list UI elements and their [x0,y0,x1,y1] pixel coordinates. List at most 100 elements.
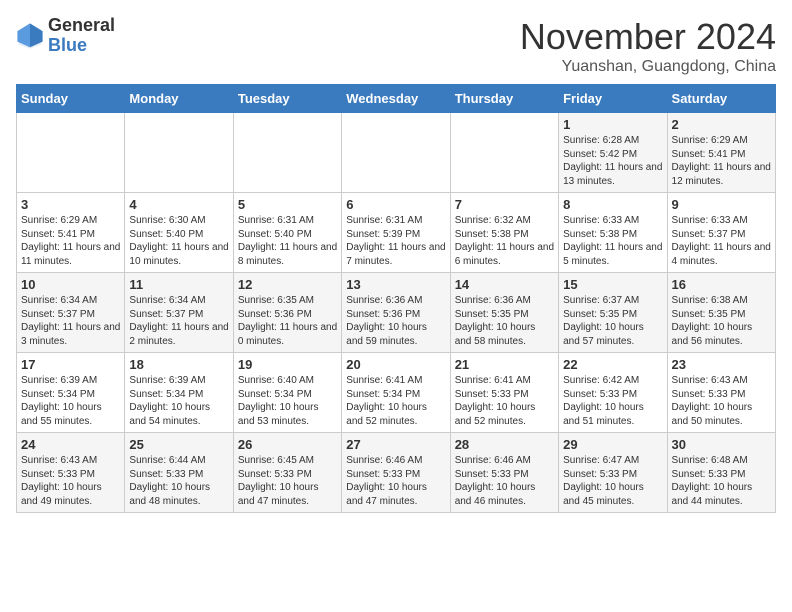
day-info: Sunrise: 6:40 AMSunset: 5:34 PMDaylight:… [238,374,337,428]
header-row: Sunday Monday Tuesday Wednesday Thursday… [17,85,776,113]
calendar-cell: 21 Sunrise: 6:41 AMSunset: 5:33 PMDayligh… [450,353,558,433]
calendar-cell: 1 Sunrise: 6:28 AMSunset: 5:42 PMDaylight… [559,113,667,193]
day-info: Sunrise: 6:41 AMSunset: 5:33 PMDaylight:… [455,374,554,428]
col-sunday: Sunday [17,85,125,113]
day-number: 4 [129,197,228,212]
title-area: November 2024 Yuanshan, Guangdong, China [520,16,776,76]
day-info: Sunrise: 6:45 AMSunset: 5:33 PMDaylight:… [238,454,337,508]
day-number: 15 [563,277,662,292]
calendar-cell: 8 Sunrise: 6:33 AMSunset: 5:38 PMDaylight… [559,193,667,273]
calendar-cell: 16 Sunrise: 6:38 AMSunset: 5:35 PMDayligh… [667,273,775,353]
calendar-cell: 19 Sunrise: 6:40 AMSunset: 5:34 PMDayligh… [233,353,341,433]
day-number: 25 [129,437,228,452]
calendar-cell: 12Sunrise: 6:35 AMSunset: 5:36 PMDayligh… [233,273,341,353]
calendar-cell [342,113,450,193]
day-number: 10 [21,277,120,292]
location: Yuanshan, Guangdong, China [520,58,776,76]
day-info: Sunrise: 6:29 AMSunset: 5:41 PMDaylight:… [21,214,120,268]
col-tuesday: Tuesday [233,85,341,113]
day-number: 6 [346,197,445,212]
day-number: 28 [455,437,554,452]
calendar-cell: 3 Sunrise: 6:29 AMSunset: 5:41 PMDaylight… [17,193,125,273]
calendar-cell: 25 Sunrise: 6:44 AMSunset: 5:33 PMDayligh… [125,433,233,513]
day-info: Sunrise: 6:32 AMSunset: 5:38 PMDaylight:… [455,214,554,268]
header: General Blue November 2024 Yuanshan, Gua… [16,16,776,76]
day-info: Sunrise: 6:36 AMSunset: 5:36 PMDaylight:… [346,294,445,348]
day-number: 19 [238,357,337,372]
calendar-cell: 2Sunrise: 6:29 AMSunset: 5:41 PMDaylight… [667,113,775,193]
calendar-cell: 10 Sunrise: 6:34 AMSunset: 5:37 PMDayligh… [17,273,125,353]
day-info: Sunrise: 6:34 AMSunset: 5:37 PMDaylight:… [21,294,120,348]
day-number: 17 [21,357,120,372]
day-info: Sunrise: 6:36 AMSunset: 5:35 PMDaylight:… [455,294,554,348]
calendar-cell [125,113,233,193]
day-number: 24 [21,437,120,452]
calendar-week-5: 24 Sunrise: 6:43 AMSunset: 5:33 PMDayligh… [17,433,776,513]
calendar-cell: 7 Sunrise: 6:32 AMSunset: 5:38 PMDaylight… [450,193,558,273]
day-number: 23 [672,357,771,372]
calendar-cell: 14Sunrise: 6:36 AMSunset: 5:35 PMDayligh… [450,273,558,353]
col-friday: Friday [559,85,667,113]
col-saturday: Saturday [667,85,775,113]
day-info: Sunrise: 6:41 AMSunset: 5:34 PMDaylight:… [346,374,445,428]
day-number: 29 [563,437,662,452]
calendar-cell: 17 Sunrise: 6:39 AMSunset: 5:34 PMDayligh… [17,353,125,433]
day-info: Sunrise: 6:30 AMSunset: 5:40 PMDaylight:… [129,214,228,268]
calendar-cell: 30Sunrise: 6:48 AMSunset: 5:33 PMDayligh… [667,433,775,513]
logo-blue: Blue [48,36,115,56]
day-number: 8 [563,197,662,212]
day-info: Sunrise: 6:39 AMSunset: 5:34 PMDaylight:… [21,374,120,428]
calendar-cell [233,113,341,193]
day-number: 2 [672,117,771,132]
calendar-week-4: 17 Sunrise: 6:39 AMSunset: 5:34 PMDayligh… [17,353,776,433]
day-info: Sunrise: 6:43 AMSunset: 5:33 PMDaylight:… [672,374,771,428]
calendar-cell: 29 Sunrise: 6:47 AMSunset: 5:33 PMDayligh… [559,433,667,513]
day-info: Sunrise: 6:31 AMSunset: 5:40 PMDaylight:… [238,214,337,268]
day-number: 5 [238,197,337,212]
day-number: 26 [238,437,337,452]
calendar-cell: 23 Sunrise: 6:43 AMSunset: 5:33 PMDayligh… [667,353,775,433]
calendar-table: Sunday Monday Tuesday Wednesday Thursday… [16,84,776,513]
day-number: 18 [129,357,228,372]
calendar-cell: 6 Sunrise: 6:31 AMSunset: 5:39 PMDaylight… [342,193,450,273]
day-number: 30 [672,437,771,452]
day-info: Sunrise: 6:38 AMSunset: 5:35 PMDaylight:… [672,294,771,348]
day-info: Sunrise: 6:39 AMSunset: 5:34 PMDaylight:… [129,374,228,428]
day-number: 7 [455,197,554,212]
calendar-cell: 28 Sunrise: 6:46 AMSunset: 5:33 PMDayligh… [450,433,558,513]
calendar-week-3: 10 Sunrise: 6:34 AMSunset: 5:37 PMDayligh… [17,273,776,353]
day-number: 13 [346,277,445,292]
calendar-header: Sunday Monday Tuesday Wednesday Thursday… [17,85,776,113]
calendar-cell: 4 Sunrise: 6:30 AMSunset: 5:40 PMDaylight… [125,193,233,273]
calendar-cell: 15 Sunrise: 6:37 AMSunset: 5:35 PMDayligh… [559,273,667,353]
day-info: Sunrise: 6:43 AMSunset: 5:33 PMDaylight:… [21,454,120,508]
day-number: 16 [672,277,771,292]
day-info: Sunrise: 6:42 AMSunset: 5:33 PMDaylight:… [563,374,662,428]
day-info: Sunrise: 6:34 AMSunset: 5:37 PMDaylight:… [129,294,228,348]
day-info: Sunrise: 6:47 AMSunset: 5:33 PMDaylight:… [563,454,662,508]
day-number: 1 [563,117,662,132]
day-info: Sunrise: 6:44 AMSunset: 5:33 PMDaylight:… [129,454,228,508]
logo-general: General [48,16,115,36]
day-info: Sunrise: 6:37 AMSunset: 5:35 PMDaylight:… [563,294,662,348]
calendar-cell: 13 Sunrise: 6:36 AMSunset: 5:36 PMDayligh… [342,273,450,353]
logo: General Blue [16,16,115,56]
day-info: Sunrise: 6:31 AMSunset: 5:39 PMDaylight:… [346,214,445,268]
day-number: 20 [346,357,445,372]
calendar-cell: 18 Sunrise: 6:39 AMSunset: 5:34 PMDayligh… [125,353,233,433]
col-monday: Monday [125,85,233,113]
calendar-cell: 5 Sunrise: 6:31 AMSunset: 5:40 PMDaylight… [233,193,341,273]
col-wednesday: Wednesday [342,85,450,113]
day-number: 21 [455,357,554,372]
day-number: 27 [346,437,445,452]
calendar-week-1: 1 Sunrise: 6:28 AMSunset: 5:42 PMDaylight… [17,113,776,193]
day-info: Sunrise: 6:33 AMSunset: 5:38 PMDaylight:… [563,214,662,268]
calendar-body: 1 Sunrise: 6:28 AMSunset: 5:42 PMDaylight… [17,113,776,513]
calendar-cell: 11 Sunrise: 6:34 AMSunset: 5:37 PMDayligh… [125,273,233,353]
day-info: Sunrise: 6:28 AMSunset: 5:42 PMDaylight:… [563,134,662,188]
day-number: 3 [21,197,120,212]
calendar-cell: 27Sunrise: 6:46 AMSunset: 5:33 PMDayligh… [342,433,450,513]
col-thursday: Thursday [450,85,558,113]
day-info: Sunrise: 6:46 AMSunset: 5:33 PMDaylight:… [455,454,554,508]
day-number: 11 [129,277,228,292]
